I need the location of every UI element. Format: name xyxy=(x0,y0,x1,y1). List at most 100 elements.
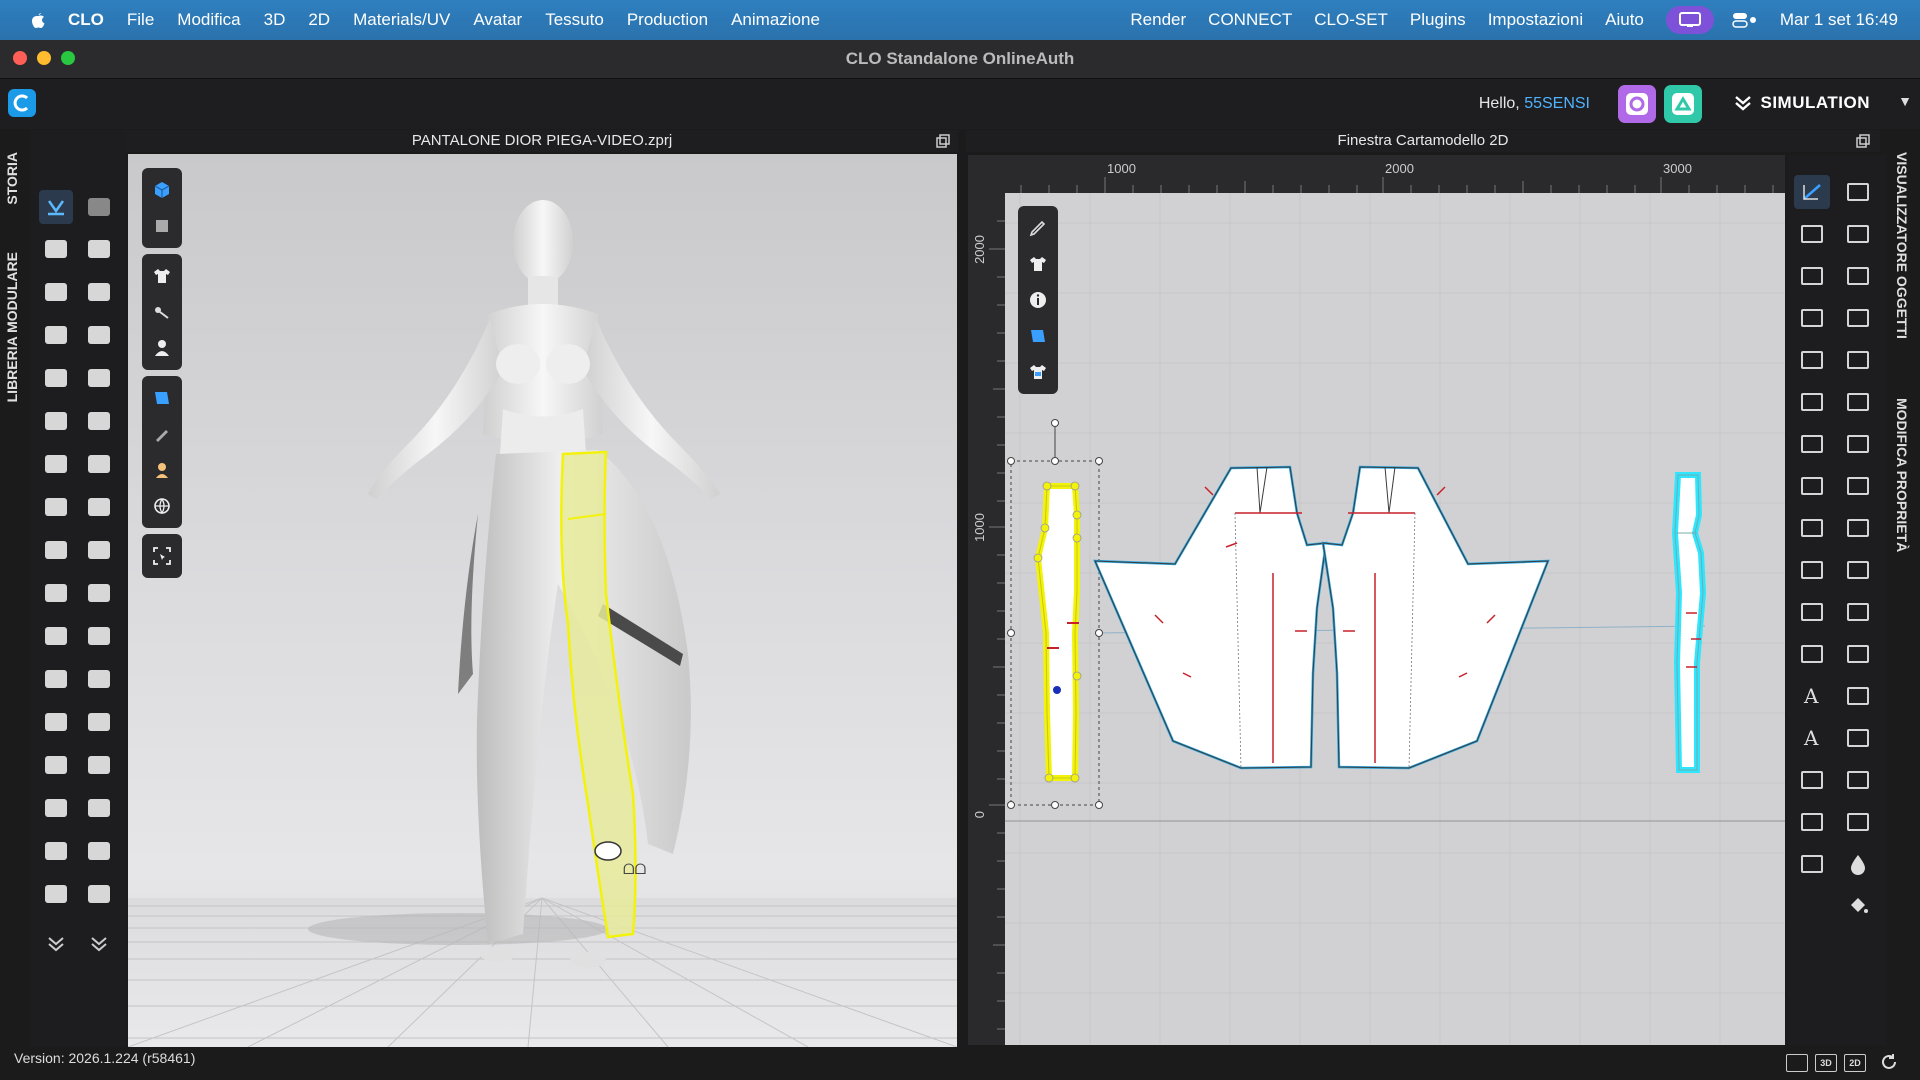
fold-arrange-tool-icon[interactable] xyxy=(82,232,116,266)
menu-file[interactable]: File xyxy=(127,10,154,30)
pen-edit-icon[interactable] xyxy=(1018,210,1058,246)
select-mesh-tool-icon[interactable] xyxy=(39,232,73,266)
menubar-clock[interactable]: Mar 1 set 16:49 xyxy=(1780,10,1898,30)
menu-avatar[interactable]: Avatar xyxy=(473,10,522,30)
dart-tool-icon[interactable] xyxy=(1840,301,1876,335)
puckering-tool-icon[interactable] xyxy=(39,662,73,696)
menu-aiuto[interactable]: Aiuto xyxy=(1605,10,1644,30)
trace-tool-icon[interactable] xyxy=(1794,343,1830,377)
shrink-tool-icon[interactable] xyxy=(82,404,116,438)
annotation-tool-icon[interactable] xyxy=(1840,679,1876,713)
clo-set-app-icon[interactable] xyxy=(1618,85,1656,123)
internal-polygon-tool-icon[interactable] xyxy=(1794,301,1830,335)
fit-to-view-icon[interactable] xyxy=(142,538,182,574)
measure-tool-icon[interactable] xyxy=(39,361,73,395)
3d-garment-viewport[interactable]: ᗝᗝ xyxy=(128,154,957,1047)
apple-icon[interactable] xyxy=(26,9,48,31)
text-tool-icon[interactable]: A xyxy=(1794,679,1830,713)
view-3d-toggle[interactable]: 3D xyxy=(1815,1054,1837,1072)
connect-app-icon[interactable] xyxy=(1664,85,1702,123)
symmetry-tool-icon[interactable] xyxy=(82,834,116,868)
ruler-tool-icon[interactable] xyxy=(1840,595,1876,629)
graphic-tool-icon[interactable] xyxy=(82,619,116,653)
polygon-tool-icon[interactable] xyxy=(1794,259,1830,293)
refresh-icon[interactable] xyxy=(1880,1053,1898,1071)
fold-line-tool-icon[interactable] xyxy=(1794,511,1830,545)
menu-app-name[interactable]: CLO xyxy=(68,10,104,30)
free-sewing-tool-icon[interactable] xyxy=(1840,385,1876,419)
tack-tool-icon[interactable] xyxy=(82,275,116,309)
avatar-skin-icon[interactable] xyxy=(142,452,182,488)
menu-production[interactable]: Production xyxy=(627,10,708,30)
arrangement-tool-icon[interactable] xyxy=(39,834,73,868)
wrinkle-tool-icon[interactable] xyxy=(39,748,73,782)
menu-render[interactable]: Render xyxy=(1130,10,1186,30)
menu-plugins[interactable]: Plugins xyxy=(1410,10,1466,30)
menu-modifica[interactable]: Modifica xyxy=(177,10,240,30)
menu-animazione[interactable]: Animazione xyxy=(731,10,820,30)
dashed-line-tool-icon[interactable] xyxy=(1840,553,1876,587)
buttonhole-tool-icon[interactable] xyxy=(82,533,116,567)
layer-list-tool-icon[interactable] xyxy=(1840,721,1876,755)
clo-logo-icon[interactable] xyxy=(8,89,36,117)
pleat-tool-icon[interactable] xyxy=(82,877,116,911)
avatar-display-icon[interactable] xyxy=(142,330,182,366)
binding-tool-icon[interactable] xyxy=(82,705,116,739)
fabric-texture-icon[interactable] xyxy=(142,380,182,416)
side-band-piece[interactable] xyxy=(1671,472,1707,773)
topstitch-tool-icon[interactable] xyxy=(39,619,73,653)
garment-display-icon[interactable] xyxy=(142,208,182,244)
grading-tool-icon[interactable] xyxy=(1794,763,1830,797)
garment-tool-icon[interactable] xyxy=(39,447,73,481)
tab-modifica-proprieta[interactable]: MODIFICA PROPRIETÀ xyxy=(1894,398,1910,552)
popout-window-icon[interactable] xyxy=(936,134,950,148)
strap-tool-icon[interactable] xyxy=(82,318,116,352)
username-link[interactable]: 55SENSI xyxy=(1524,95,1590,112)
seamline-tool-icon[interactable] xyxy=(82,748,116,782)
3d-cube-view-icon[interactable] xyxy=(142,172,182,208)
paint-bucket-tool-icon[interactable] xyxy=(1840,889,1876,923)
grainline-tool-icon[interactable] xyxy=(1840,469,1876,503)
water-drop-tool-icon[interactable] xyxy=(1840,847,1876,881)
check-sewing-tool-icon[interactable] xyxy=(1840,427,1876,461)
tab-libreria-modulare[interactable]: LIBRERIA MODULARE xyxy=(4,252,20,402)
trouser-back-right-piece[interactable] xyxy=(1321,465,1550,770)
split-view-icon[interactable] xyxy=(1786,1054,1808,1072)
edit-sewing-tool-icon[interactable] xyxy=(1794,427,1830,461)
avatar-pose-tool-icon[interactable] xyxy=(82,190,116,224)
brush-icon[interactable] xyxy=(142,416,182,452)
tab-visualizzatore-oggetti[interactable]: VISUALIZZATORE OGGETTI xyxy=(1894,152,1910,339)
seam-allowance-tool-icon[interactable] xyxy=(1840,343,1876,377)
2d-pattern-viewport[interactable] xyxy=(1005,193,1785,1045)
notch-tool-icon[interactable] xyxy=(1794,553,1830,587)
menu-tessuto[interactable]: Tessuto xyxy=(545,10,604,30)
globe-environment-icon[interactable] xyxy=(142,488,182,524)
expand-tools-icon[interactable] xyxy=(39,927,73,961)
elastic-tool-icon[interactable] xyxy=(39,705,73,739)
avatar-measure-tool-icon[interactable] xyxy=(39,490,73,524)
expand-tools-right-icon[interactable] xyxy=(82,927,116,961)
measure-2d-tool-icon[interactable] xyxy=(1794,637,1830,671)
menu-2d[interactable]: 2D xyxy=(308,10,330,30)
fabric-tool-icon[interactable] xyxy=(82,447,116,481)
puckering-2d-tool-icon[interactable] xyxy=(1794,805,1830,839)
popout-window-2d-icon[interactable] xyxy=(1856,134,1870,148)
steam-tool-icon[interactable] xyxy=(39,404,73,438)
fabric-2d-display-icon[interactable] xyxy=(1018,318,1058,354)
garment-fit-tool-icon[interactable] xyxy=(39,318,73,352)
horizontal-ruler[interactable]: 1000 2000 3000 xyxy=(1005,155,1785,193)
segment-sewing-tool-icon[interactable] xyxy=(1794,385,1830,419)
text-2d-tool-icon[interactable]: A xyxy=(1794,721,1830,755)
avatar-2d-tool-icon[interactable] xyxy=(1794,847,1830,881)
garment-2d-display-icon[interactable] xyxy=(1018,246,1058,282)
edit-curve-point-tool-icon[interactable] xyxy=(1794,217,1830,251)
add-point-tool-icon[interactable] xyxy=(1840,217,1876,251)
button-tool-icon[interactable] xyxy=(39,533,73,567)
dropdown-caret-icon[interactable]: ▼ xyxy=(1898,93,1912,109)
select-move-tool-icon[interactable] xyxy=(39,190,73,224)
piping-tool-icon[interactable] xyxy=(82,662,116,696)
control-center-icon[interactable] xyxy=(1732,10,1758,30)
tab-storia[interactable]: STORIA xyxy=(4,152,20,205)
info-icon[interactable] xyxy=(1018,282,1058,318)
zigzag-tool-icon[interactable] xyxy=(1840,637,1876,671)
